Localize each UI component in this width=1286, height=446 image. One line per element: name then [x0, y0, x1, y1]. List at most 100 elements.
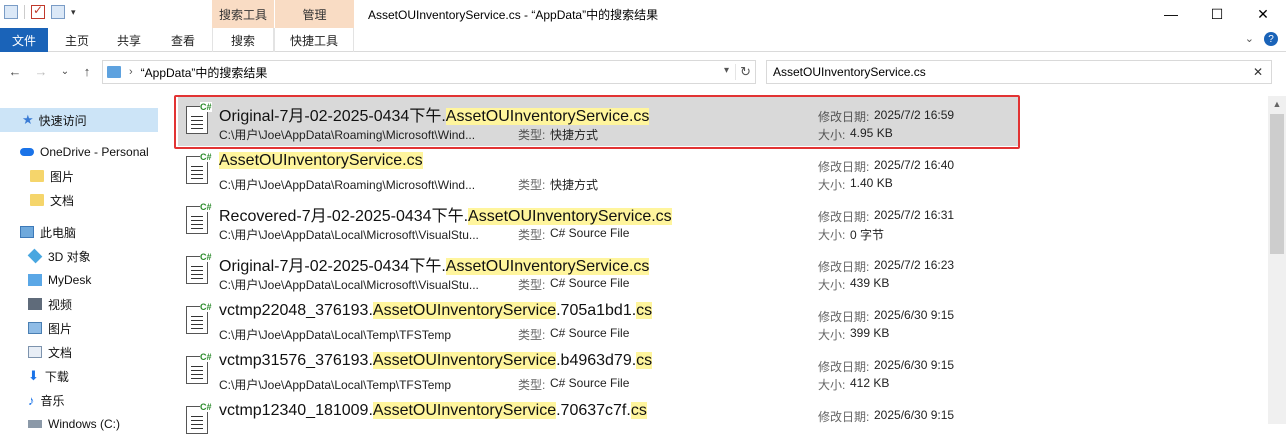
sidebar-item-label: 快速访问 [38, 113, 87, 128]
tab-search[interactable]: 搜索 [212, 28, 274, 52]
result-path: C:\用户\Joe\AppData\Local\Microsoft\Visual… [219, 278, 479, 292]
tab-file[interactable]: 文件 [0, 28, 48, 52]
tab-home[interactable]: 主页 [54, 28, 100, 52]
modified-label: 修改日期: [818, 210, 870, 224]
sidebar-item-music[interactable]: ♪ 音乐 [0, 388, 158, 412]
chevron-right-icon[interactable]: › [129, 66, 133, 78]
sidebar-item-this-pc[interactable]: 此电脑 [0, 220, 158, 244]
vertical-scrollbar[interactable]: ▲ [1268, 96, 1286, 424]
address-path[interactable]: “AppData”中的搜索结果 [141, 64, 268, 81]
sidebar-item-onedrive-pictures[interactable]: 图片 [0, 164, 158, 188]
sidebar-item-label: OneDrive - Personal [40, 145, 149, 159]
csharp-file-icon: C# [186, 302, 212, 334]
new-folder-icon[interactable] [51, 5, 65, 19]
folder-small-icon[interactable] [4, 5, 18, 19]
tab-share[interactable]: 共享 [106, 28, 152, 52]
tab-shortcut-tools[interactable]: 快捷工具 [274, 28, 354, 52]
search-query[interactable]: AssetOUInventoryService.cs [773, 65, 926, 79]
quick-access-toolbar: ▾ [4, 3, 76, 19]
result-name[interactable]: Original-7月-02-2025-0434下午.AssetOUInvent… [219, 252, 650, 276]
address-bar[interactable]: › “AppData”中的搜索结果 ▾ ↻ [102, 60, 756, 84]
result-path: C:\用户\Joe\AppData\Roaming\Microsoft\Wind… [219, 178, 476, 192]
sidebar-item-label: 音乐 [40, 393, 65, 408]
sidebar-item-videos[interactable]: 视频 [0, 292, 158, 316]
forward-button[interactable]: → [32, 62, 50, 80]
name-match-highlight: AssetOUInventoryService.cs [468, 208, 672, 225]
recent-locations-button[interactable]: ⌄ [56, 62, 74, 80]
refresh-button[interactable]: ↻ [735, 64, 751, 80]
result-modified: 2025/6/30 9:15 [874, 408, 955, 422]
result-name[interactable]: vctmp12340_181009.AssetOUInventoryServic… [219, 402, 647, 420]
clear-search-button[interactable]: ✕ [1253, 65, 1263, 79]
sidebar-item-onedrive[interactable]: OneDrive - Personal [0, 140, 158, 164]
name-match-highlight: AssetOUInventoryService [372, 302, 557, 319]
size-label: 大小: [818, 278, 846, 292]
result-row[interactable]: C# Original-7月-02-2025-0434下午.AssetOUInve… [178, 246, 1018, 296]
download-icon: ⬇ [28, 368, 39, 383]
sidebar-item-onedrive-documents[interactable]: 文档 [0, 188, 158, 212]
sidebar-item-downloads[interactable]: ⬇ 下载 [0, 364, 158, 388]
expand-ribbon-icon[interactable]: ⌄ [1245, 32, 1254, 46]
result-size: 1.40 KB [850, 176, 893, 190]
result-name[interactable]: Original-7月-02-2025-0434下午.AssetOUInvent… [219, 102, 650, 126]
result-type: C# Source File [550, 276, 630, 290]
sidebar-item-3d-objects[interactable]: 3D 对象 [0, 244, 158, 268]
video-icon [28, 298, 42, 310]
type-label: 类型: [518, 278, 546, 292]
result-row[interactable]: C# vctmp12340_181009.AssetOUInventoryServ… [178, 396, 1018, 446]
tab-view[interactable]: 查看 [160, 28, 206, 52]
result-modified: 2025/6/30 9:15 [874, 358, 955, 372]
navigation-pane: ★ 快速访问 OneDrive - Personal 图片 文档 此电脑 3D … [0, 96, 162, 431]
result-row[interactable]: C# Recovered-7月-02-2025-0434下午.AssetOUInv… [178, 196, 1018, 246]
scrollbar-thumb[interactable] [1270, 114, 1284, 254]
modified-label: 修改日期: [818, 160, 870, 174]
sidebar-item-pictures[interactable]: 图片 [0, 316, 158, 340]
result-row[interactable]: C# vctmp31576_376193.AssetOUInventoryServ… [178, 346, 1018, 396]
name-match-highlight: AssetOUInventoryService.cs [219, 152, 423, 169]
scroll-up-icon[interactable]: ▲ [1268, 96, 1286, 112]
size-label: 大小: [818, 228, 846, 242]
chevron-down-icon[interactable]: ▾ [724, 65, 729, 76]
result-row[interactable]: C# vctmp22048_376193.AssetOUInventoryServ… [178, 296, 1018, 346]
help-icon[interactable]: ? [1264, 32, 1278, 46]
search-input[interactable]: AssetOUInventoryService.cs ✕ [766, 60, 1272, 84]
properties-icon[interactable] [31, 3, 45, 19]
close-button[interactable]: ✕ [1240, 0, 1286, 28]
sidebar-item-quick-access[interactable]: ★ 快速访问 [0, 108, 158, 132]
modified-label: 修改日期: [818, 310, 870, 324]
navigation-bar: ← → ⌄ ↑ › “AppData”中的搜索结果 ▾ ↻ AssetOUInv… [0, 58, 1286, 86]
csharp-file-icon: C# [186, 202, 212, 234]
minimize-button[interactable]: — [1148, 0, 1194, 28]
sidebar-item-label: 文档 [50, 193, 75, 208]
name-match-highlight: AssetOUInventoryService [372, 352, 557, 369]
qat-customize-icon[interactable]: ▾ [71, 7, 76, 18]
sidebar-item-mydesk[interactable]: MyDesk [0, 268, 158, 292]
result-size: 412 KB [850, 376, 890, 390]
result-type: C# Source File [550, 226, 630, 240]
size-label: 大小: [818, 328, 846, 342]
name-extension-highlight: cs [636, 352, 653, 369]
name-middle: .b4963d79. [556, 352, 637, 369]
desktop-icon [28, 274, 42, 286]
result-name[interactable]: vctmp22048_376193.AssetOUInventoryServic… [219, 302, 653, 320]
name-match-highlight: AssetOUInventoryService.cs [445, 108, 650, 125]
modified-label: 修改日期: [818, 410, 870, 424]
result-row[interactable]: C# AssetOUInventoryService.cs C:\用户\Joe\Ap… [178, 146, 1018, 196]
result-name[interactable]: AssetOUInventoryService.cs [219, 152, 423, 170]
maximize-button[interactable]: ☐ [1194, 0, 1240, 28]
sidebar-item-label: 下载 [44, 369, 69, 384]
result-size: 399 KB [850, 326, 890, 340]
result-modified: 2025/7/2 16:31 [874, 208, 955, 222]
type-label: 类型: [518, 128, 546, 142]
back-button[interactable]: ← [6, 62, 24, 80]
modified-label: 修改日期: [818, 360, 870, 374]
result-row[interactable]: C# Original-7月-02-2025-0434下午.AssetOUInve… [178, 96, 1018, 146]
sidebar-item-documents[interactable]: 文档 [0, 340, 158, 364]
result-name[interactable]: Recovered-7月-02-2025-0434下午.AssetOUInven… [219, 202, 672, 226]
sidebar-item-drive-c[interactable]: Windows (C:) [0, 412, 158, 436]
modified-label: 修改日期: [818, 260, 870, 274]
contextual-manage-header: 管理 [274, 0, 354, 28]
name-match-highlight: AssetOUInventoryService.cs [445, 258, 650, 275]
up-button[interactable]: ↑ [78, 62, 96, 80]
result-name[interactable]: vctmp31576_376193.AssetOUInventoryServic… [219, 352, 653, 370]
